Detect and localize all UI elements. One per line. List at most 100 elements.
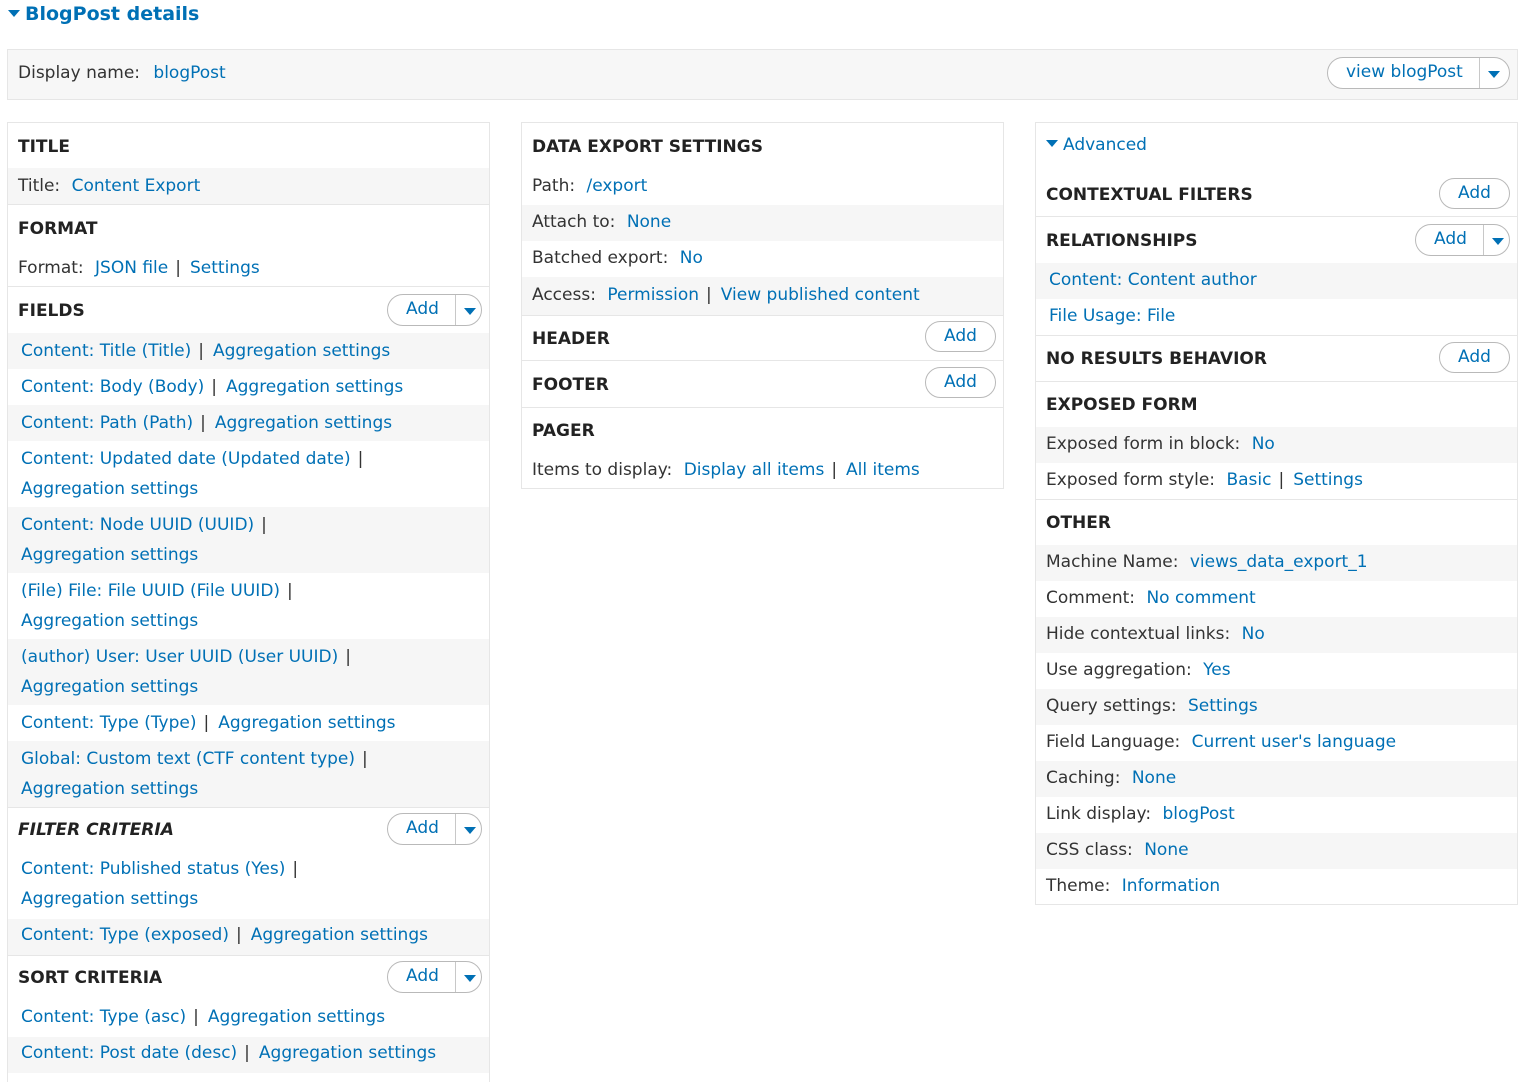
- pager-link[interactable]: Display all items: [684, 460, 825, 480]
- header-add-button[interactable]: Add: [925, 321, 996, 352]
- footer-heading: FOOTER: [532, 375, 609, 395]
- exposed-style-link[interactable]: Basic: [1226, 470, 1271, 490]
- filter-link[interactable]: Content: Type (exposed): [21, 925, 229, 945]
- aggregation-settings-link[interactable]: Aggregation settings: [259, 1043, 436, 1063]
- filter-add-arrow-icon[interactable]: [454, 814, 481, 844]
- aggregation-settings-link[interactable]: Aggregation settings: [21, 479, 198, 499]
- other-value-link[interactable]: Yes: [1203, 660, 1230, 680]
- exposed-form-heading: EXPOSED FORM: [1046, 395, 1198, 415]
- filter-add-button[interactable]: Add: [388, 814, 455, 844]
- aggregation-settings-link[interactable]: Aggregation settings: [21, 677, 198, 697]
- format-settings-link[interactable]: Settings: [190, 258, 260, 278]
- other-value-link[interactable]: No comment: [1146, 588, 1255, 608]
- exposed-block-link[interactable]: No: [1252, 434, 1275, 454]
- other-label: Use aggregation:: [1046, 660, 1192, 680]
- field-link[interactable]: (File) File: File UUID (File UUID): [21, 581, 280, 601]
- no-results-heading: NO RESULTS BEHAVIOR: [1046, 349, 1267, 369]
- other-row: CSS class: None: [1036, 833, 1517, 869]
- aggregation-settings-link[interactable]: Aggregation settings: [21, 611, 198, 631]
- relationships-add-dropbutton: Add: [1415, 224, 1510, 256]
- access-settings-link[interactable]: View published content: [721, 285, 920, 305]
- field-link[interactable]: Content: Body (Body): [21, 377, 204, 397]
- display-name-link[interactable]: blogPost: [153, 63, 225, 83]
- aggregation-settings-link[interactable]: Aggregation settings: [218, 713, 395, 733]
- batched-link[interactable]: No: [680, 248, 703, 268]
- aggregation-settings-link[interactable]: Aggregation settings: [213, 341, 390, 361]
- field-link[interactable]: Content: Type (Type): [21, 713, 197, 733]
- path-link[interactable]: /export: [586, 176, 647, 196]
- column-3: Advanced CONTEXTUAL FILTERS Add RELATION…: [1035, 122, 1518, 905]
- sort-criteria-heading: SORT CRITERIA: [18, 968, 163, 988]
- path-row: Path: /export: [522, 169, 1003, 205]
- view-button[interactable]: view blogPost: [1328, 58, 1479, 88]
- details-toggle[interactable]: BlogPost details: [8, 3, 199, 25]
- exposed-style-label: Exposed form style:: [1046, 470, 1216, 490]
- title-heading: TITLE: [18, 137, 70, 157]
- contextual-filters-heading: CONTEXTUAL FILTERS: [1046, 185, 1253, 205]
- list-item: File Usage: File: [1036, 299, 1517, 335]
- relationships-add-button[interactable]: Add: [1416, 225, 1483, 255]
- relationship-link[interactable]: Content: Content author: [1049, 270, 1257, 290]
- sort-link[interactable]: Content: Post date (desc): [21, 1043, 237, 1063]
- pager-row: Items to display: Display all items | All …: [532, 460, 920, 480]
- list-item: Content: Node UUID (UUID) | Aggregation se…: [8, 507, 489, 573]
- attach-link[interactable]: None: [627, 212, 671, 232]
- other-value-link[interactable]: Settings: [1188, 696, 1258, 716]
- header-heading: HEADER: [532, 329, 610, 349]
- list-item: Content: Published status (Yes) | Aggregat…: [21, 859, 299, 909]
- other-value-link[interactable]: No: [1242, 624, 1265, 644]
- contextual-add-button[interactable]: Add: [1439, 178, 1510, 209]
- list-item: (author) User: User UUID (User UUID) | Agg…: [8, 639, 489, 705]
- advanced-toggle[interactable]: Advanced: [1046, 135, 1147, 155]
- other-value-link[interactable]: blogPost: [1162, 804, 1234, 824]
- filter-link[interactable]: Content: Published status (Yes): [21, 859, 285, 879]
- field-link[interactable]: Content: Updated date (Updated date): [21, 449, 351, 469]
- format-value-link[interactable]: JSON file: [95, 258, 168, 278]
- access-link[interactable]: Permission: [607, 285, 699, 305]
- format-label: Format:: [18, 258, 84, 278]
- field-link[interactable]: (author) User: User UUID (User UUID): [21, 647, 338, 667]
- column-1: TITLE Title: Content Export FORMAT Forma…: [7, 122, 490, 1082]
- other-value-link[interactable]: None: [1144, 840, 1188, 860]
- relationships-add-arrow-icon[interactable]: [1482, 225, 1509, 255]
- aggregation-settings-link[interactable]: Aggregation settings: [215, 413, 392, 433]
- view-dropbutton: view blogPost: [1327, 57, 1510, 89]
- pager-items-link[interactable]: All items: [846, 460, 920, 480]
- sort-add-button[interactable]: Add: [388, 962, 455, 992]
- pager-label: Items to display:: [532, 460, 673, 480]
- aggregation-settings-link[interactable]: Aggregation settings: [21, 889, 198, 909]
- field-link[interactable]: Content: Node UUID (UUID): [21, 515, 254, 535]
- aggregation-settings-link[interactable]: Aggregation settings: [21, 779, 198, 799]
- list-item: Content: Post date (desc) | Aggregation se…: [8, 1037, 489, 1073]
- column-2: DATA EXPORT SETTINGS Path: /export Attac…: [521, 122, 1004, 489]
- aggregation-settings-link[interactable]: Aggregation settings: [226, 377, 403, 397]
- triangle-down-icon: [1046, 140, 1058, 147]
- other-label: Theme:: [1046, 876, 1111, 896]
- field-link[interactable]: Content: Path (Path): [21, 413, 193, 433]
- aggregation-settings-link[interactable]: Aggregation settings: [21, 545, 198, 565]
- fields-add-dropbutton: Add: [387, 294, 482, 326]
- fields-add-arrow-icon[interactable]: [454, 295, 481, 325]
- format-heading: FORMAT: [18, 219, 98, 239]
- sort-link[interactable]: Content: Type (asc): [21, 1007, 186, 1027]
- field-link[interactable]: Content: Title (Title): [21, 341, 191, 361]
- pager-heading: PAGER: [532, 421, 595, 441]
- footer-add-button[interactable]: Add: [925, 367, 996, 398]
- no-results-add-button[interactable]: Add: [1439, 342, 1510, 373]
- aggregation-settings-link[interactable]: Aggregation settings: [208, 1007, 385, 1027]
- other-value-link[interactable]: Information: [1122, 876, 1220, 896]
- relationship-link[interactable]: File Usage: File: [1049, 306, 1175, 326]
- sort-add-arrow-icon[interactable]: [454, 962, 481, 992]
- other-value-link[interactable]: None: [1132, 768, 1176, 788]
- format-row: Format: JSON file | Settings: [18, 258, 260, 278]
- exposed-settings-link[interactable]: Settings: [1293, 470, 1363, 490]
- field-link[interactable]: Global: Custom text (CTF content type): [21, 749, 355, 769]
- fields-add-button[interactable]: Add: [388, 295, 455, 325]
- other-value-link[interactable]: Current user's language: [1192, 732, 1396, 752]
- aggregation-settings-link[interactable]: Aggregation settings: [251, 925, 428, 945]
- other-value-link[interactable]: views_data_export_1: [1190, 552, 1368, 572]
- other-row: Query settings: Settings: [1036, 689, 1517, 725]
- title-value-link[interactable]: Content Export: [72, 176, 201, 196]
- view-dropdown-arrow-icon[interactable]: [1478, 58, 1507, 88]
- other-row: Field Language: Current user's language: [1036, 725, 1517, 761]
